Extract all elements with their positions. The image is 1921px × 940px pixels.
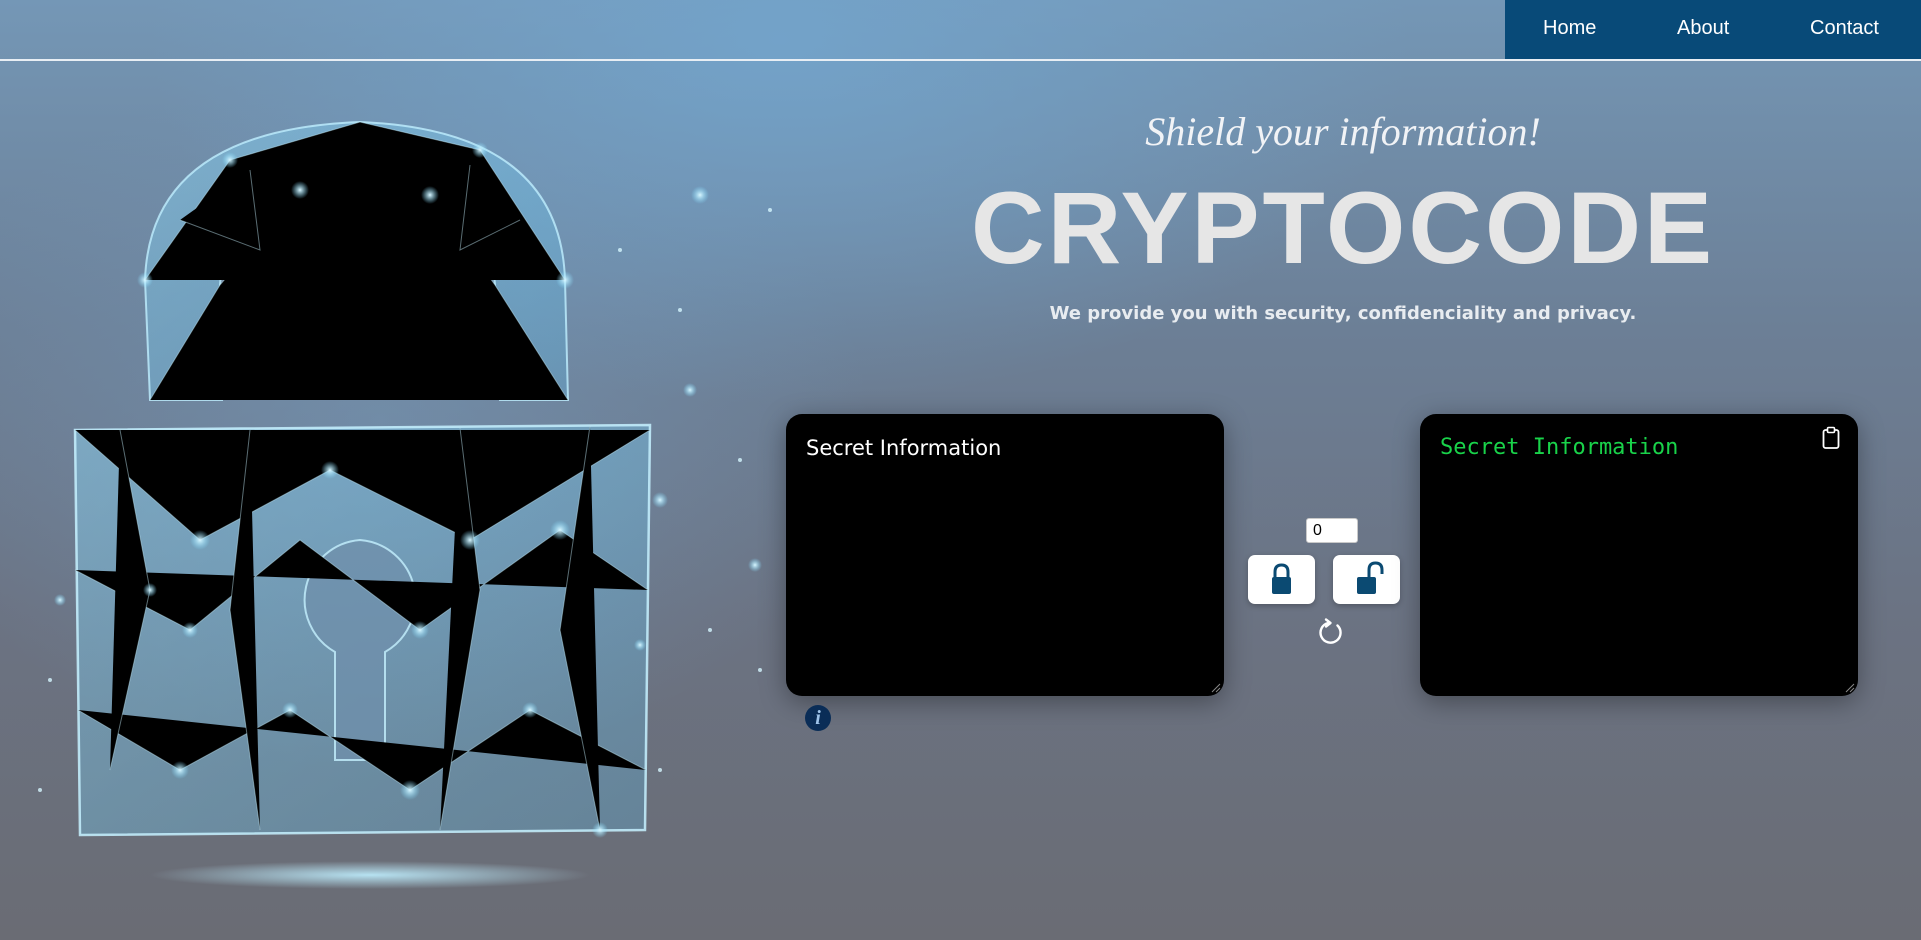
lock-open-icon	[1357, 561, 1384, 594]
lock-closed-icon	[1272, 563, 1291, 594]
hero-tagline: Shield your information!	[1145, 109, 1541, 154]
info-button[interactable]: i	[805, 705, 831, 731]
secret-input-textarea[interactable]: Secret Information	[786, 414, 1224, 696]
decrypt-button[interactable]	[1333, 555, 1400, 604]
info-icon: i	[815, 707, 821, 729]
resize-handle-icon[interactable]	[1211, 683, 1221, 693]
nav-about-link[interactable]: About	[1677, 17, 1729, 40]
brand-title: CRYPTOCODE	[970, 171, 1716, 285]
encrypt-button[interactable]	[1248, 555, 1315, 604]
padlock-illustration	[38, 120, 772, 889]
hero-subtitle: We provide you with security, confidenci…	[1049, 303, 1637, 324]
resize-handle-icon[interactable]	[1845, 683, 1855, 693]
input-placeholder: Secret Information	[806, 436, 1002, 460]
header-divider	[0, 59, 1921, 61]
refresh-icon[interactable]	[1316, 617, 1346, 647]
output-text: Secret Information	[1440, 435, 1679, 460]
nav-home-link[interactable]: Home	[1543, 17, 1596, 40]
main-nav: Home About Contact	[1505, 0, 1921, 59]
key-number-input[interactable]	[1306, 518, 1358, 543]
nav-contact-link[interactable]: Contact	[1810, 17, 1879, 40]
secret-output-panel[interactable]: Secret Information	[1420, 414, 1858, 696]
clipboard-icon[interactable]	[1820, 426, 1842, 450]
